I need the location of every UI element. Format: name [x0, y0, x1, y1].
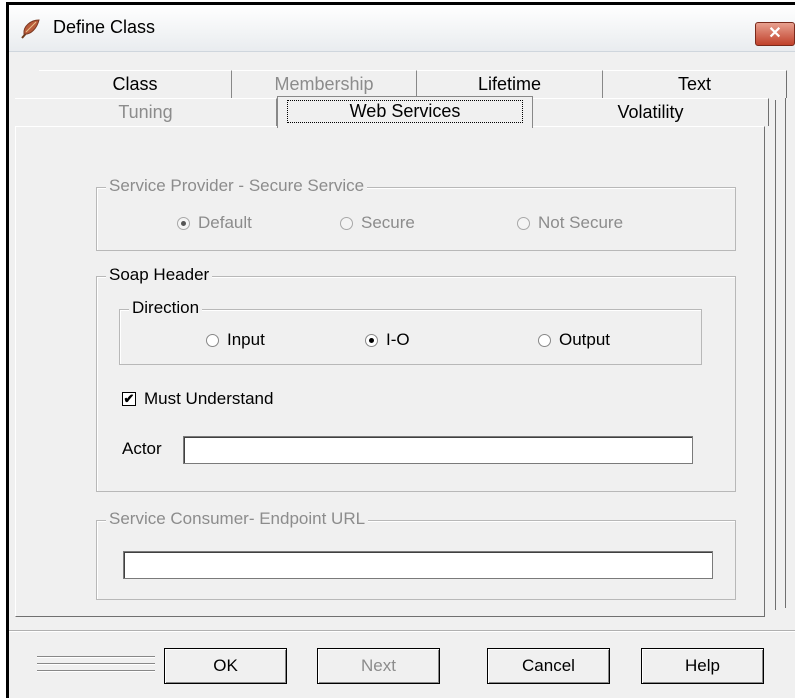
endpoint-url-input [123, 551, 713, 579]
radio-io[interactable]: I-O [365, 330, 410, 350]
actor-input[interactable] [183, 436, 693, 464]
service-consumer-legend: Service Consumer- Endpoint URL [106, 509, 369, 529]
define-class-dialog: Define Class ✕ Class Membership Lifetime… [6, 2, 795, 698]
window-title: Define Class [53, 17, 156, 37]
cancel-button[interactable]: Cancel [487, 648, 610, 684]
radio-label: Not Secure [538, 213, 624, 232]
check-icon: ✔ [122, 391, 136, 406]
tab-web-services[interactable]: Web Services [277, 96, 533, 128]
tab-label: Lifetime [477, 74, 542, 94]
must-understand-checkbox[interactable]: ✔ Must Understand [122, 389, 273, 409]
radio-label: I-O [386, 330, 410, 349]
radio-indicator [340, 216, 353, 230]
ok-button[interactable]: OK [164, 648, 287, 684]
radio-output[interactable]: Output [538, 330, 610, 350]
web-services-panel: Service Provider - Secure Service Defaul… [15, 126, 765, 617]
radio-default: Default [177, 213, 252, 233]
radio-indicator [206, 333, 219, 347]
help-button[interactable]: Help [641, 648, 764, 684]
service-consumer-group: Service Consumer- Endpoint URL [96, 509, 736, 600]
radio-secure: Secure [340, 213, 415, 233]
tab-stack-edge-outer [779, 70, 786, 608]
radio-not-secure: Not Secure [517, 213, 623, 233]
service-provider-legend: Service Provider - Secure Service [106, 176, 368, 196]
tab-label: Volatility [617, 102, 684, 122]
radio-label: Output [559, 330, 611, 349]
direction-group: Direction Input I-O Output [119, 298, 702, 365]
tab-lifetime[interactable]: Lifetime [417, 70, 603, 98]
direction-legend: Direction [129, 298, 203, 318]
close-button[interactable]: ✕ [755, 22, 795, 46]
feather-app-icon [21, 19, 40, 39]
service-provider-group: Service Provider - Secure Service Defaul… [96, 176, 736, 251]
next-button: Next [317, 648, 440, 684]
checkbox-label: Must Understand [144, 389, 274, 408]
radio-indicator [177, 216, 190, 230]
radio-label: Secure [361, 213, 415, 232]
soap-header-legend: Soap Header [106, 265, 213, 285]
tab-label: Web Services [286, 100, 524, 123]
resize-grip-icon [37, 656, 155, 672]
tab-class[interactable]: Class [39, 70, 232, 98]
tab-tuning: Tuning [15, 98, 277, 126]
radio-label: Default [198, 213, 252, 232]
tab-label: Membership [274, 74, 374, 94]
soap-header-group: Soap Header Direction Input I-O Output ✔… [96, 265, 736, 492]
radio-indicator [517, 216, 530, 230]
radio-indicator [365, 333, 378, 347]
title-bar[interactable]: Define Class ✕ [9, 5, 795, 52]
close-icon: ✕ [768, 25, 782, 42]
radio-label: Input [227, 330, 265, 349]
footer-separator [9, 630, 795, 632]
tab-text[interactable]: Text [603, 70, 787, 98]
tab-label: Class [112, 74, 158, 94]
tab-volatility[interactable]: Volatility [533, 98, 769, 126]
actor-label: Actor [122, 439, 162, 458]
tab-stack-edge-inner [769, 100, 776, 610]
radio-input[interactable]: Input [206, 330, 265, 350]
tab-label: Text [677, 74, 711, 94]
radio-indicator [538, 333, 551, 347]
tab-membership: Membership [232, 70, 417, 98]
tab-label: Tuning [118, 102, 173, 122]
